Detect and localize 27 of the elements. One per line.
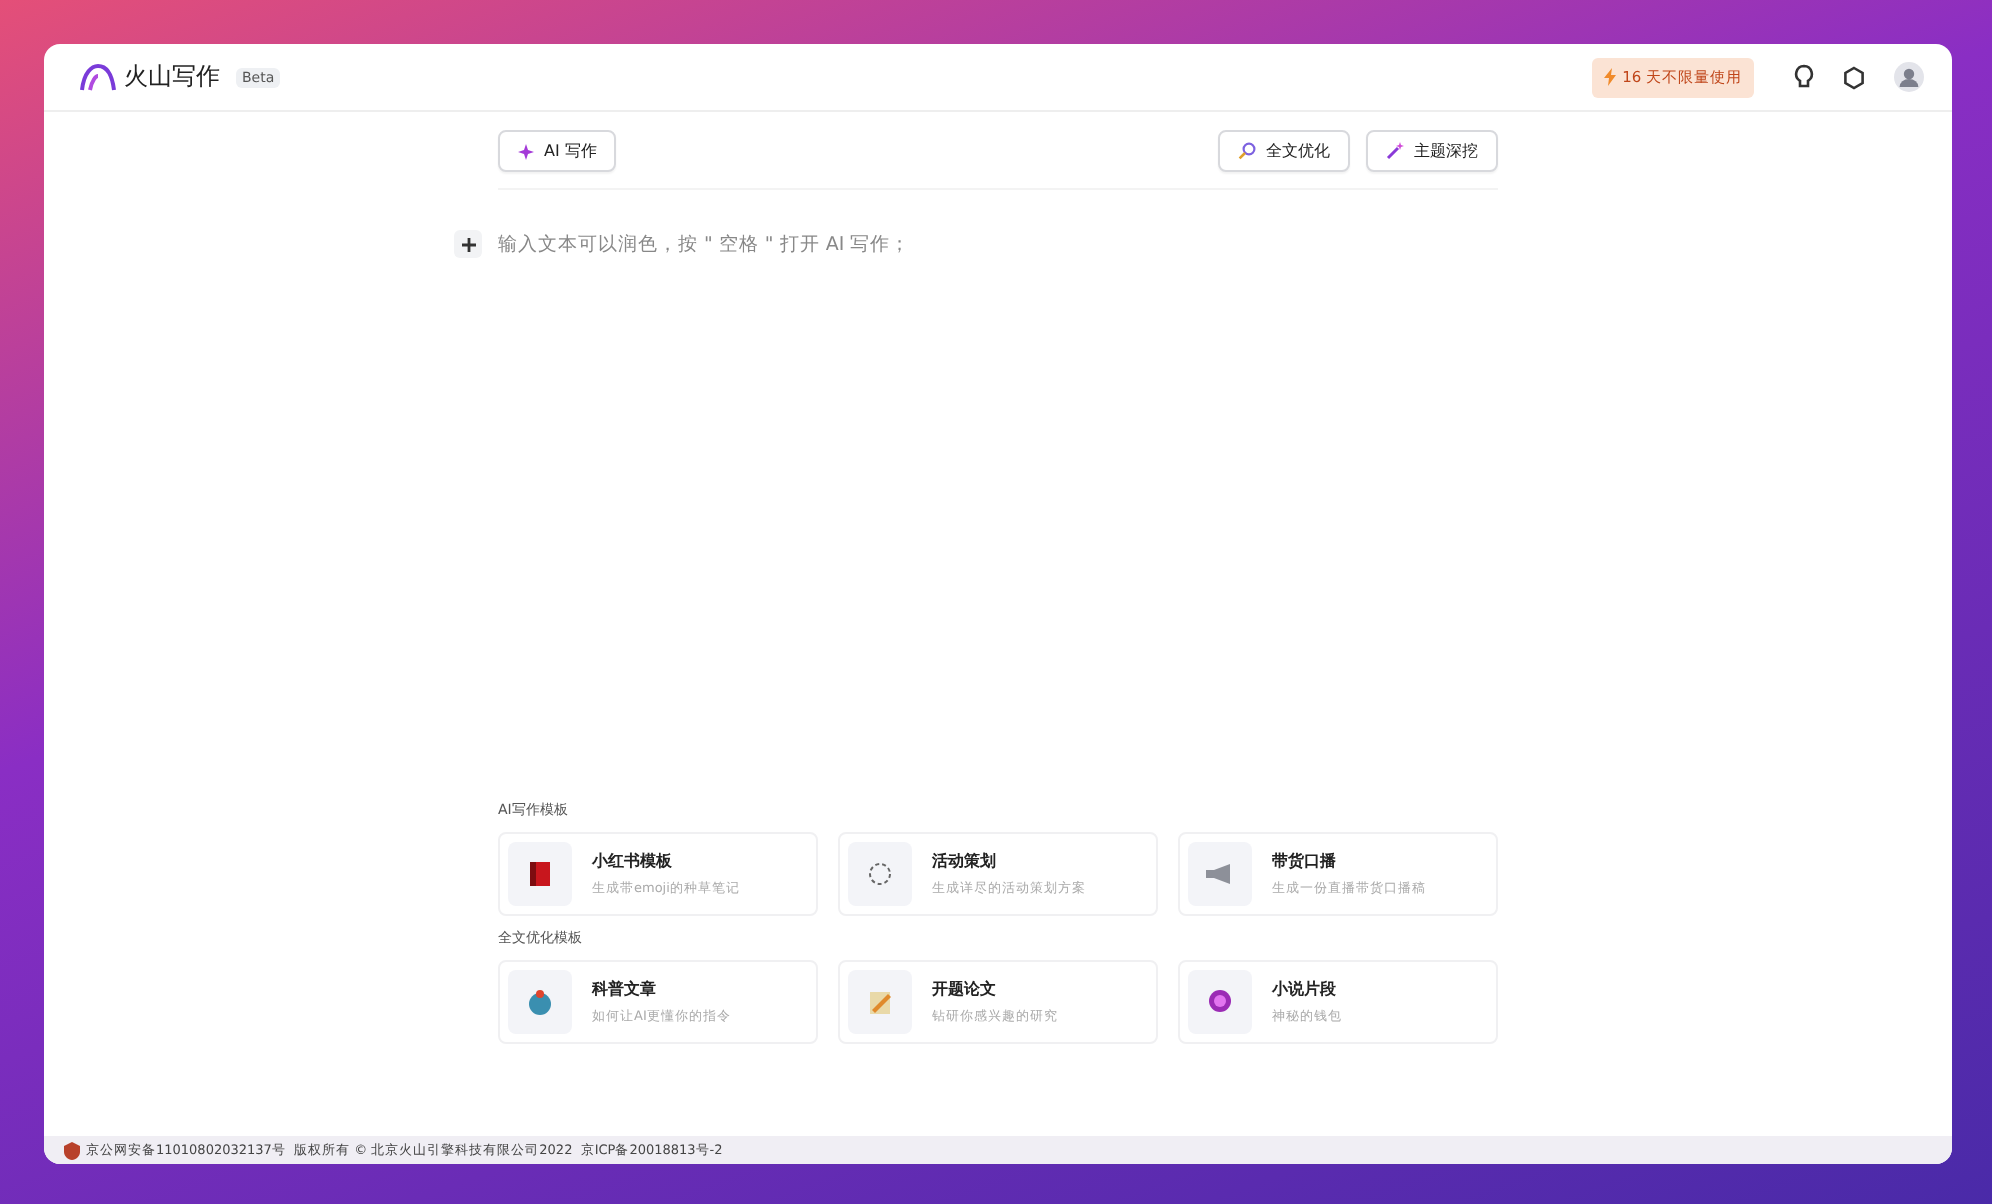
magnifier-icon: [1238, 142, 1256, 160]
lightning-icon: [1604, 68, 1617, 86]
template-title: 小说片段: [1272, 978, 1338, 1000]
sparkle-icon: [518, 143, 534, 159]
template-title: 小红书模板: [592, 850, 674, 872]
settings-icon[interactable]: [1842, 65, 1866, 89]
add-block-button[interactable]: [454, 230, 482, 258]
avatar-icon[interactable]: [1894, 62, 1924, 92]
globe-icon: [526, 988, 554, 1016]
polish-button[interactable]: 全文优化: [1218, 130, 1350, 172]
megaphone-icon: [1204, 862, 1236, 886]
book-icon: [528, 860, 552, 888]
magic-wand-icon: [1386, 142, 1404, 160]
ring-icon: [866, 860, 894, 888]
ai-write-button[interactable]: AI 写作: [498, 130, 617, 172]
logo-icon: [80, 63, 116, 91]
plus-icon: [461, 237, 475, 251]
template-title: 开题论文: [932, 978, 998, 1000]
app-name: 火山写作: [124, 60, 220, 94]
notepad-icon: [866, 988, 894, 1016]
topic-button[interactable]: 主题深挖: [1366, 130, 1498, 172]
crystal-ball-icon: [1206, 988, 1234, 1016]
template-title: 活动策划: [932, 850, 998, 872]
template-title: 科普文章: [592, 978, 658, 1000]
police-badge-icon: [64, 1141, 80, 1159]
template-title: 带货口播: [1272, 850, 1338, 872]
lightbulb-icon[interactable]: [1794, 64, 1814, 90]
